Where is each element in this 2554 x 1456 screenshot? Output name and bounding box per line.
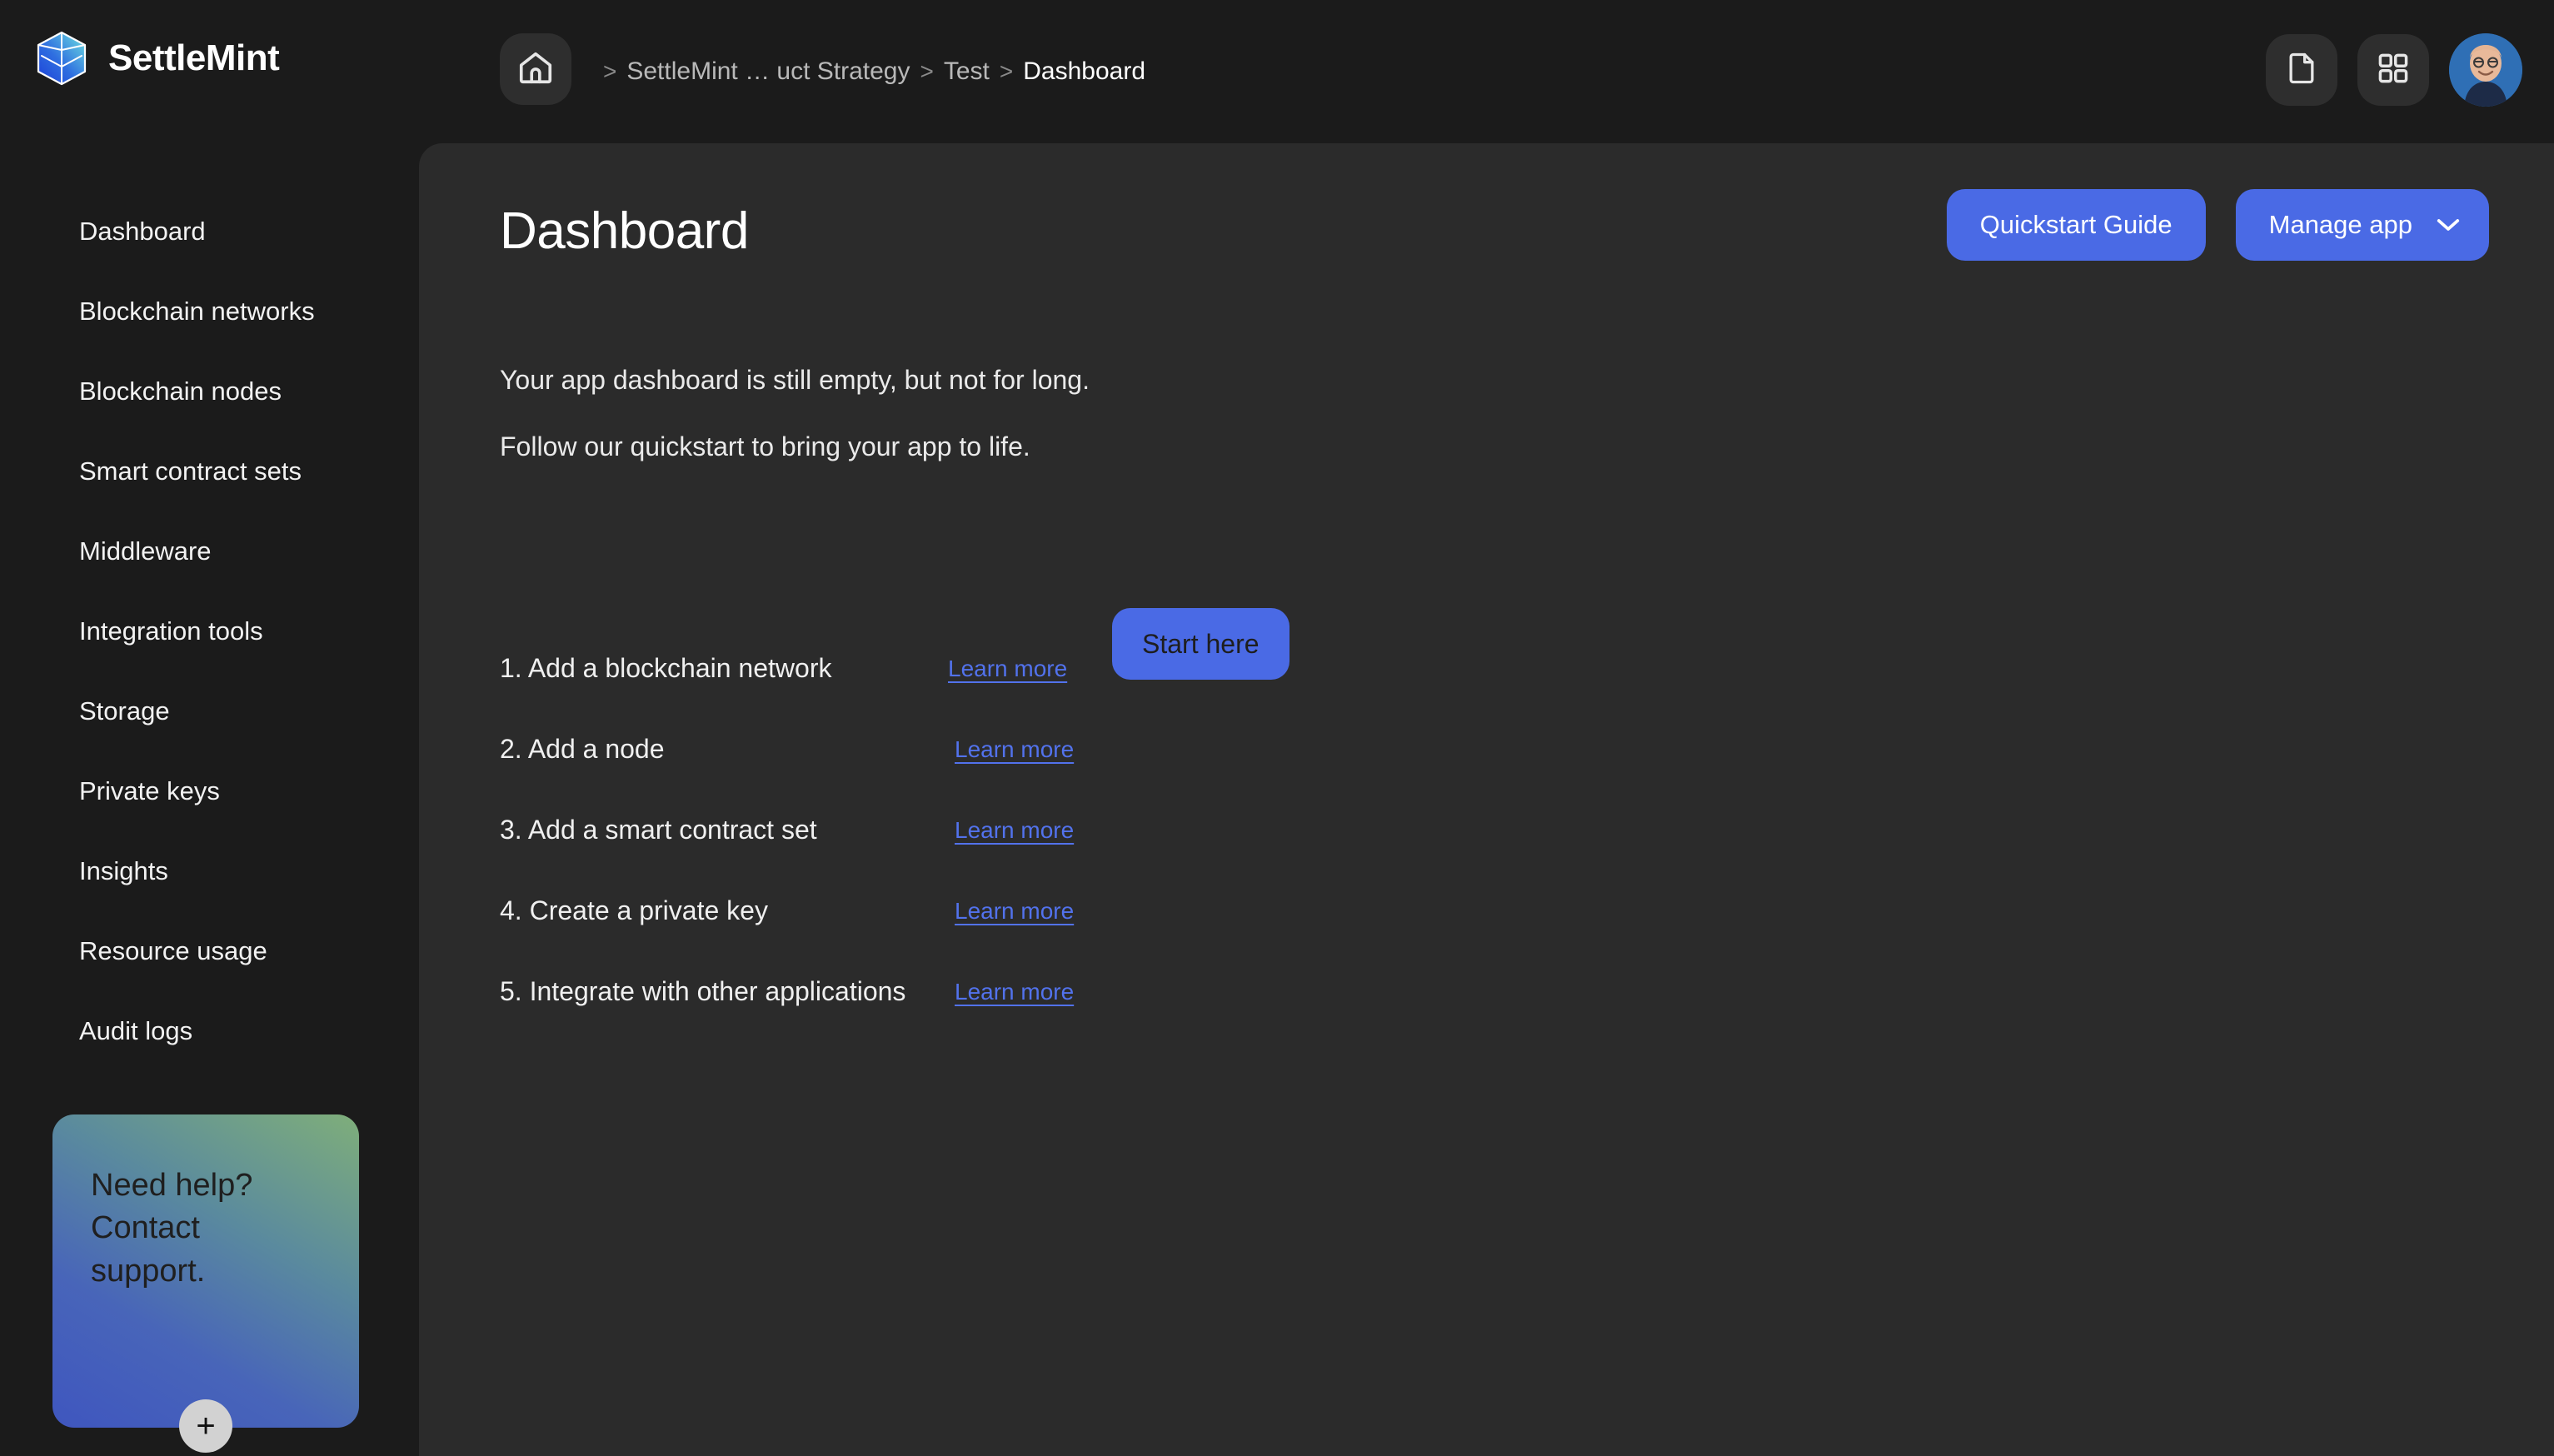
sidebar-item-middleware[interactable]: Middleware xyxy=(0,511,419,591)
sidebar-item-label: Middleware xyxy=(79,536,212,566)
learn-more-link[interactable]: Learn more xyxy=(955,979,1074,1005)
sidebar-item-audit-logs[interactable]: Audit logs xyxy=(0,991,419,1071)
home-icon xyxy=(516,48,555,91)
breadcrumb-separator: > xyxy=(999,58,1014,84)
documentation-button[interactable] xyxy=(2266,34,2337,106)
step-label: 2. Add a node xyxy=(500,734,665,764)
intro-text: Your app dashboard is still empty, but n… xyxy=(500,366,1833,500)
learn-more-link[interactable]: Learn more xyxy=(955,736,1074,763)
step-4: 4. Create a private key Learn more xyxy=(500,870,1666,951)
document-icon xyxy=(2283,50,2320,91)
step-2: 2. Add a node Learn more xyxy=(500,709,1666,790)
brand-name: SettleMint xyxy=(108,37,280,78)
sidebar-item-storage[interactable]: Storage xyxy=(0,671,419,751)
topbar-actions xyxy=(2266,33,2522,107)
sidebar-item-label: Integration tools xyxy=(79,616,263,646)
sidebar-item-insights[interactable]: Insights xyxy=(0,831,419,911)
breadcrumb-separator: > xyxy=(603,58,617,84)
sidebar: Dashboard Blockchain networks Blockchain… xyxy=(0,143,419,1456)
sidebar-item-integration-tools[interactable]: Integration tools xyxy=(0,591,419,671)
page-header-actions: Quickstart Guide Manage app xyxy=(1946,189,2489,261)
step-1: 1. Add a blockchain network Learn more S… xyxy=(500,608,1666,709)
support-card-text: Need help? Contact support. xyxy=(91,1168,253,1289)
sidebar-item-label: Insights xyxy=(79,856,168,885)
breadcrumb-item-app[interactable]: Test xyxy=(944,57,990,86)
breadcrumb: > SettleMint … uct Strategy > Test > Das… xyxy=(593,0,1145,143)
step-label: 1. Add a blockchain network xyxy=(500,653,832,683)
support-add-button[interactable]: + xyxy=(179,1399,232,1453)
support-card[interactable]: Need help? Contact support. + xyxy=(52,1114,359,1453)
breadcrumb-item-org[interactable]: SettleMint … uct Strategy xyxy=(626,57,910,86)
step-label: 3. Add a smart contract set xyxy=(500,815,817,845)
sidebar-item-resource-usage[interactable]: Resource usage xyxy=(0,911,419,991)
learn-more-link[interactable]: Learn more xyxy=(955,817,1074,844)
sidebar-item-label: Dashboard xyxy=(79,217,206,246)
sidebar-item-label: Smart contract sets xyxy=(79,456,302,486)
sidebar-item-label: Resource usage xyxy=(79,936,267,965)
sidebar-item-label: Blockchain networks xyxy=(79,297,315,326)
learn-more-link[interactable]: Learn more xyxy=(955,898,1074,925)
sidebar-item-label: Audit logs xyxy=(79,1016,193,1045)
sidebar-item-label: Private keys xyxy=(79,776,220,805)
step-label: 4. Create a private key xyxy=(500,895,768,925)
start-here-button[interactable]: Start here xyxy=(1112,608,1289,680)
step-label: 5. Integrate with other applications xyxy=(500,976,906,1006)
sidebar-item-private-keys[interactable]: Private keys xyxy=(0,751,419,831)
manage-app-label: Manage app xyxy=(2268,210,2412,239)
sidebar-item-blockchain-networks[interactable]: Blockchain networks xyxy=(0,272,419,352)
manage-app-button[interactable]: Manage app xyxy=(2235,189,2489,261)
home-button[interactable] xyxy=(500,33,571,105)
user-avatar xyxy=(2449,33,2522,107)
sidebar-item-smart-contract-sets[interactable]: Smart contract sets xyxy=(0,431,419,511)
intro-line-1: Your app dashboard is still empty, but n… xyxy=(500,365,1090,395)
step-3: 3. Add a smart contract set Learn more xyxy=(500,790,1666,870)
breadcrumb-separator: > xyxy=(920,58,934,84)
sidebar-item-blockchain-nodes[interactable]: Blockchain nodes xyxy=(0,352,419,431)
settlemint-cube-icon xyxy=(33,30,90,87)
main-panel: Dashboard Quickstart Guide Manage app Yo… xyxy=(419,143,2554,1456)
step-5: 5. Integrate with other applications Lea… xyxy=(500,951,1666,1032)
quickstart-guide-button[interactable]: Quickstart Guide xyxy=(1946,189,2206,261)
page-header: Dashboard Quickstart Guide Manage app xyxy=(500,189,2489,281)
top-bar: SettleMint > SettleMint … uct Strategy >… xyxy=(0,0,2554,143)
plus-icon: + xyxy=(196,1408,216,1444)
avatar[interactable] xyxy=(2449,33,2522,107)
app-root: SettleMint > SettleMint … uct Strategy >… xyxy=(0,0,2554,1456)
grid-icon xyxy=(2375,50,2412,91)
apps-grid-button[interactable] xyxy=(2357,34,2429,106)
support-card-body: Need help? Contact support. xyxy=(52,1114,359,1428)
chevron-down-icon xyxy=(2436,217,2461,232)
sidebar-item-label: Storage xyxy=(79,696,170,726)
brand-logo-area[interactable]: SettleMint xyxy=(33,30,280,87)
sidebar-nav: Dashboard Blockchain networks Blockchain… xyxy=(0,192,419,1071)
sidebar-item-label: Blockchain nodes xyxy=(79,376,282,406)
sidebar-item-dashboard[interactable]: Dashboard xyxy=(0,192,419,272)
intro-line-2: Follow our quickstart to bring your app … xyxy=(500,431,1030,461)
breadcrumb-item-current: Dashboard xyxy=(1023,57,1146,85)
learn-more-link[interactable]: Learn more xyxy=(948,656,1067,682)
quickstart-steps: 1. Add a blockchain network Learn more S… xyxy=(500,608,1666,1032)
